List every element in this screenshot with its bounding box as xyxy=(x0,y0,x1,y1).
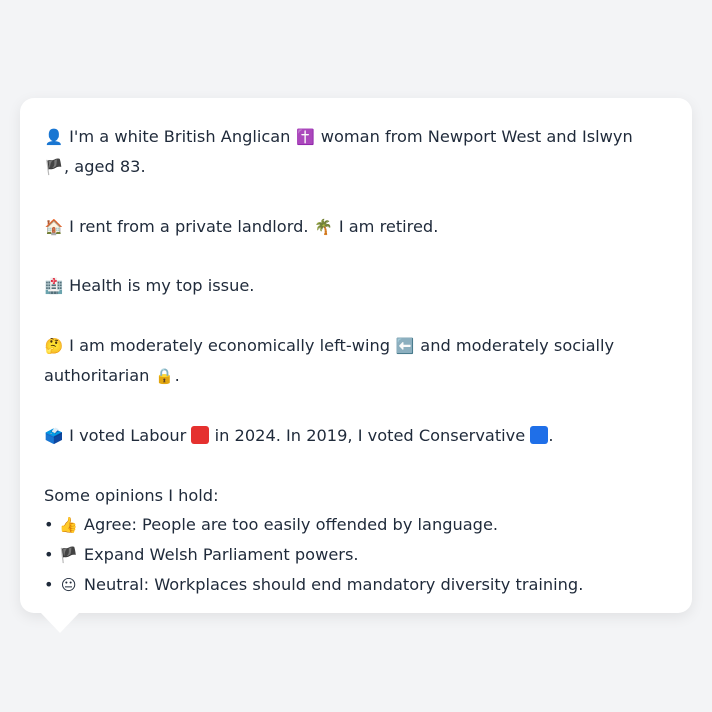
age-text: , aged 83. xyxy=(64,157,146,177)
identity-line: 👤 I'm a white British Anglican ✝️ woman … xyxy=(44,122,668,183)
opinion-text: Expand Welsh Parliament powers. xyxy=(83,545,359,565)
opinion-text: Neutral: Workplaces should end mandatory… xyxy=(83,575,584,595)
opinion-text: Agree: People are too easily offended by… xyxy=(83,514,499,534)
opinion-item: • 😐 Neutral: Workplaces should end manda… xyxy=(44,570,668,600)
vote-line: 🗳️ I voted Labour in 2024. In 2019, I vo… xyxy=(44,421,668,451)
persona-message-bubble: 👤 I'm a white British Anglican ✝️ woman … xyxy=(20,98,692,613)
bullet: • xyxy=(44,545,54,565)
housing-text: I rent from a private landlord. xyxy=(69,216,309,236)
economic-text: I am moderately economically left-wing xyxy=(69,336,390,356)
person-icon: 👤 xyxy=(44,128,64,146)
wales-flag-icon: 🏴 xyxy=(59,546,79,565)
bullet: • xyxy=(44,575,54,595)
labour-red-square-icon xyxy=(191,425,210,444)
thumbs-up-icon: 👍 xyxy=(59,515,79,534)
bullet: • xyxy=(44,514,54,534)
house-icon: 🏠 xyxy=(44,217,64,236)
wales-flag-icon: 🏴 xyxy=(44,158,64,177)
opinion-item: • 👍 Agree: People are too easily offende… xyxy=(44,510,668,540)
cross-icon: ✝️ xyxy=(296,128,315,146)
bubble-tail xyxy=(40,612,80,633)
left-arrow-icon: ⬅️ xyxy=(395,337,415,356)
ballot-box-icon: 🗳️ xyxy=(44,426,64,445)
housing-line: 🏠 I rent from a private landlord. 🌴 I am… xyxy=(44,212,668,242)
period: . xyxy=(174,366,180,386)
vote-2024-text: I voted Labour xyxy=(69,425,187,445)
identity-text: I'm a white British Anglican xyxy=(69,127,291,146)
thinking-face-icon: 🤔 xyxy=(44,337,64,356)
hospital-icon: 🏥 xyxy=(44,277,64,296)
lock-icon: 🔒 xyxy=(155,367,174,386)
opinion-item: • 🏴 Expand Welsh Parliament powers. xyxy=(44,540,668,570)
period: . xyxy=(548,425,554,445)
vote-2019-text: in 2024. In 2019, I voted Conservative xyxy=(214,425,526,445)
employment-text: I am retired. xyxy=(338,216,439,236)
identity-text-2: woman from Newport West and Islwyn xyxy=(320,127,633,146)
palm-tree-icon: 🌴 xyxy=(314,217,333,236)
conservative-blue-square-icon xyxy=(530,425,549,444)
ideology-line: 🤔 I am moderately economically left-wing… xyxy=(44,331,668,392)
issue-text: Health is my top issue. xyxy=(69,276,255,296)
neutral-face-icon: 😐 xyxy=(60,576,77,595)
opinions-heading: Some opinions I hold: xyxy=(44,485,219,505)
issue-line: 🏥 Health is my top issue. xyxy=(44,271,668,301)
